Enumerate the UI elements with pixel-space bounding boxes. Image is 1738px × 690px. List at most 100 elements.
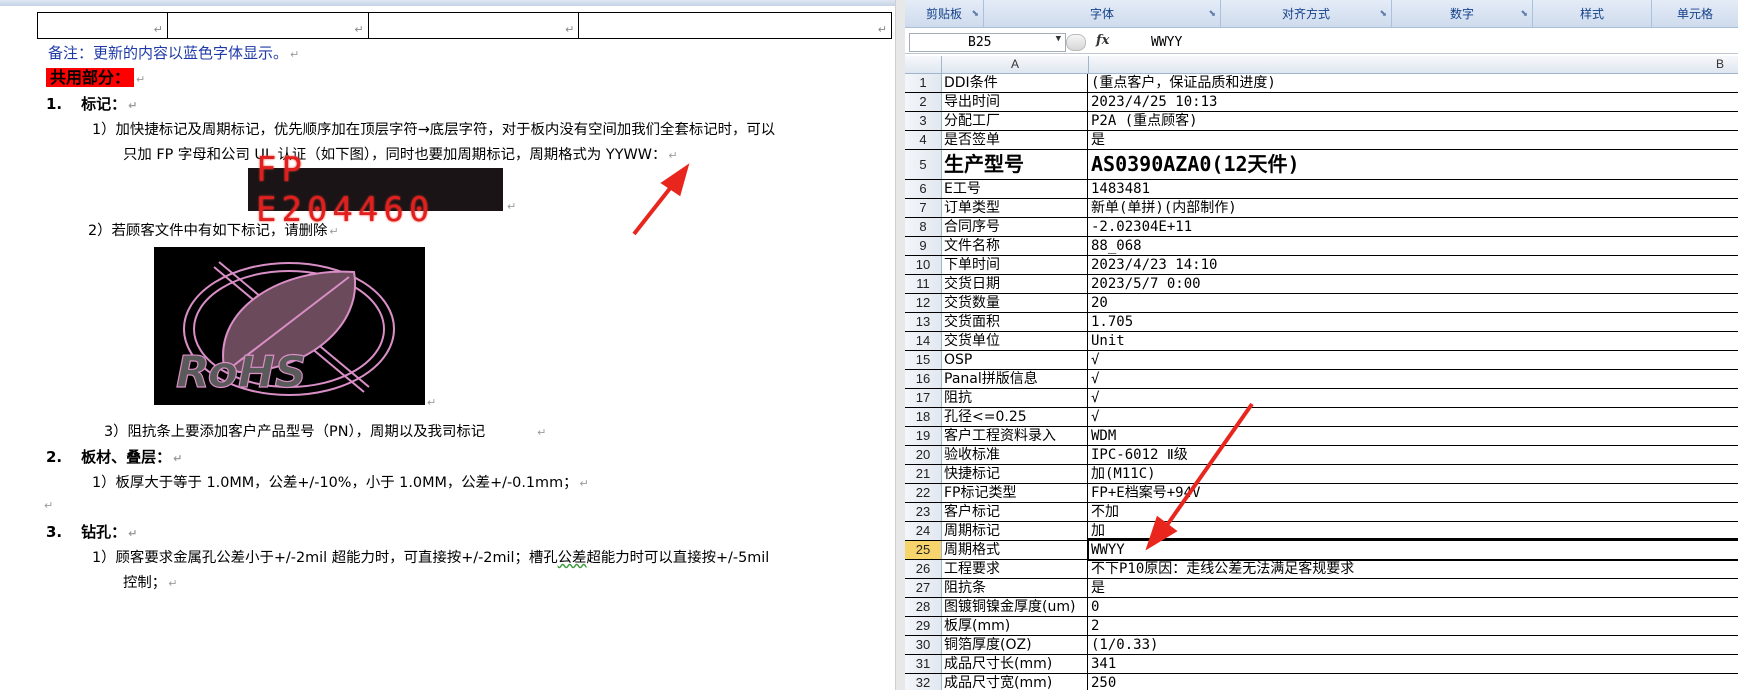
column-header-b[interactable]: B — [1089, 56, 1738, 73]
cell-a[interactable]: 交货面积 — [942, 313, 1088, 331]
row-header[interactable]: 21 — [905, 465, 942, 483]
row-header[interactable]: 6 — [905, 180, 942, 198]
cell-b[interactable]: IPC-6012 Ⅱ级 — [1089, 446, 1738, 464]
table-cell[interactable]: ↵ — [369, 13, 580, 38]
cell-b[interactable]: √ — [1089, 351, 1738, 369]
cell-b[interactable]: 1483481 — [1089, 180, 1738, 198]
name-box[interactable]: B25 ▼ — [909, 33, 1066, 52]
cell-a[interactable]: 工程要求 — [942, 560, 1088, 578]
cell-a[interactable]: 孔径<=0.25 — [942, 408, 1088, 426]
dialog-launcher-icon[interactable]: ⬊ — [1379, 8, 1387, 19]
cell-b[interactable]: 加 — [1089, 522, 1738, 540]
row-header[interactable]: 11 — [905, 275, 942, 293]
cell-a[interactable]: 交货单位 — [942, 332, 1088, 350]
row-header[interactable]: 30 — [905, 636, 942, 654]
row-header[interactable]: 9 — [905, 237, 942, 255]
row-header[interactable]: 10 — [905, 256, 942, 274]
cell-a[interactable]: 交货日期 — [942, 275, 1088, 293]
cell-a[interactable]: 板厚(mm) — [942, 617, 1088, 635]
row-header[interactable]: 16 — [905, 370, 942, 388]
row-header[interactable]: 3 — [905, 112, 942, 130]
cell-b[interactable]: 加(M11C) — [1089, 465, 1738, 483]
cell-a[interactable]: 导出时间 — [942, 93, 1088, 111]
cell-b[interactable]: P2A (重点顾客) — [1089, 112, 1738, 130]
cell-a[interactable]: 图镀铜镍金厚度(um) — [942, 598, 1088, 616]
cell-b[interactable]: 2023/4/23 14:10 — [1089, 256, 1738, 274]
cell-b[interactable]: 不加 — [1089, 503, 1738, 521]
row-header[interactable]: 28 — [905, 598, 942, 616]
row-header[interactable]: 20 — [905, 446, 942, 464]
table-cell[interactable]: ↵ — [38, 13, 168, 38]
cell-a[interactable]: 周期格式 — [942, 541, 1088, 559]
cell-a[interactable]: 成品尺寸宽(mm) — [942, 674, 1088, 690]
row-header[interactable]: 24 — [905, 522, 942, 540]
table-cell[interactable]: ↵ — [579, 13, 891, 38]
select-all-corner[interactable] — [905, 56, 942, 73]
dialog-launcher-icon[interactable]: ⬊ — [1520, 8, 1528, 19]
row-header[interactable]: 27 — [905, 579, 942, 597]
cell-b[interactable]: 2023/5/7 0:00 — [1089, 275, 1738, 293]
row-header[interactable]: 29 — [905, 617, 942, 635]
column-header-a[interactable]: A — [942, 56, 1089, 73]
cell-b[interactable]: 2023/4/25 10:13 — [1089, 93, 1738, 111]
cell-b[interactable]: 20 — [1089, 294, 1738, 312]
cell-b[interactable]: 2 — [1089, 617, 1738, 635]
cell-b[interactable]: (1/0.33) — [1089, 636, 1738, 654]
row-header[interactable]: 15 — [905, 351, 942, 369]
cell-a[interactable]: 生产型号 — [942, 150, 1088, 179]
row-header[interactable]: 31 — [905, 655, 942, 673]
cell-a[interactable]: 订单类型 — [942, 199, 1088, 217]
cell-b[interactable]: (重点客户，保证品质和进度) — [1089, 74, 1738, 92]
cell-a[interactable]: 客户工程资料录入 — [942, 427, 1088, 445]
cell-b[interactable]: 88_068 — [1089, 237, 1738, 255]
cell-b[interactable]: √ — [1089, 389, 1738, 407]
cell-a[interactable]: 分配工厂 — [942, 112, 1088, 130]
cell-a[interactable]: 成品尺寸长(mm) — [942, 655, 1088, 673]
cell-a[interactable]: E工号 — [942, 180, 1088, 198]
cell-a[interactable]: 交货数量 — [942, 294, 1088, 312]
row-header[interactable]: 26 — [905, 560, 942, 578]
cell-b[interactable]: 1.705 — [1089, 313, 1738, 331]
cell-a[interactable]: 快捷标记 — [942, 465, 1088, 483]
row-header[interactable]: 2 — [905, 93, 942, 111]
cell-a[interactable]: 是否签单 — [942, 131, 1088, 149]
row-header[interactable]: 1 — [905, 74, 942, 92]
row-header[interactable]: 19 — [905, 427, 942, 445]
ribbon-styles[interactable]: 样式 — [1533, 0, 1652, 27]
ribbon-cells[interactable]: 单元格 — [1652, 0, 1738, 27]
cell-a[interactable]: 铜箔厚度(OZ) — [942, 636, 1088, 654]
cell-b[interactable]: 0 — [1089, 598, 1738, 616]
row-header[interactable]: 25 — [905, 541, 942, 559]
dialog-launcher-icon[interactable]: ⬊ — [1208, 8, 1216, 19]
cell-b[interactable]: Unit — [1089, 332, 1738, 350]
row-header[interactable]: 17 — [905, 389, 942, 407]
ribbon-number[interactable]: 数字 ⬊ — [1392, 0, 1533, 27]
cell-b[interactable]: 250 — [1089, 674, 1738, 690]
cell-a[interactable]: 阻抗 — [942, 389, 1088, 407]
ribbon-alignment[interactable]: 对齐方式 ⬊ — [1221, 0, 1392, 27]
cell-b[interactable]: 新单(单拼)(内部制作) — [1089, 199, 1738, 217]
cell-a[interactable]: 验收标准 — [942, 446, 1088, 464]
cell-a[interactable]: 合同序号 — [942, 218, 1088, 236]
dialog-launcher-icon[interactable]: ⬊ — [971, 8, 979, 19]
cell-b[interactable]: FP+E档案号+94V — [1089, 484, 1738, 502]
row-header[interactable]: 8 — [905, 218, 942, 236]
cell-a[interactable]: 文件名称 — [942, 237, 1088, 255]
row-header[interactable]: 12 — [905, 294, 942, 312]
row-header[interactable]: 32 — [905, 674, 942, 690]
cell-b[interactable]: √ — [1089, 370, 1738, 388]
cell-b[interactable]: WDM — [1089, 427, 1738, 445]
row-header[interactable]: 23 — [905, 503, 942, 521]
ribbon-font[interactable]: 字体 ⬊ — [984, 0, 1221, 27]
cell-b[interactable]: 是 — [1089, 579, 1738, 597]
cell-b[interactable]: 是 — [1089, 131, 1738, 149]
cell-b[interactable]: 不下P10原因：走线公差无法满足客规要求 — [1089, 560, 1738, 578]
table-cell[interactable]: ↵ — [168, 13, 369, 38]
row-header[interactable]: 7 — [905, 199, 942, 217]
cell-a[interactable]: 客户标记 — [942, 503, 1088, 521]
row-header[interactable]: 18 — [905, 408, 942, 426]
cell-a[interactable]: 阻抗条 — [942, 579, 1088, 597]
cell-a[interactable]: 周期标记 — [942, 522, 1088, 540]
cell-a[interactable]: 下单时间 — [942, 256, 1088, 274]
insert-function-icon[interactable]: fx — [1096, 33, 1109, 48]
